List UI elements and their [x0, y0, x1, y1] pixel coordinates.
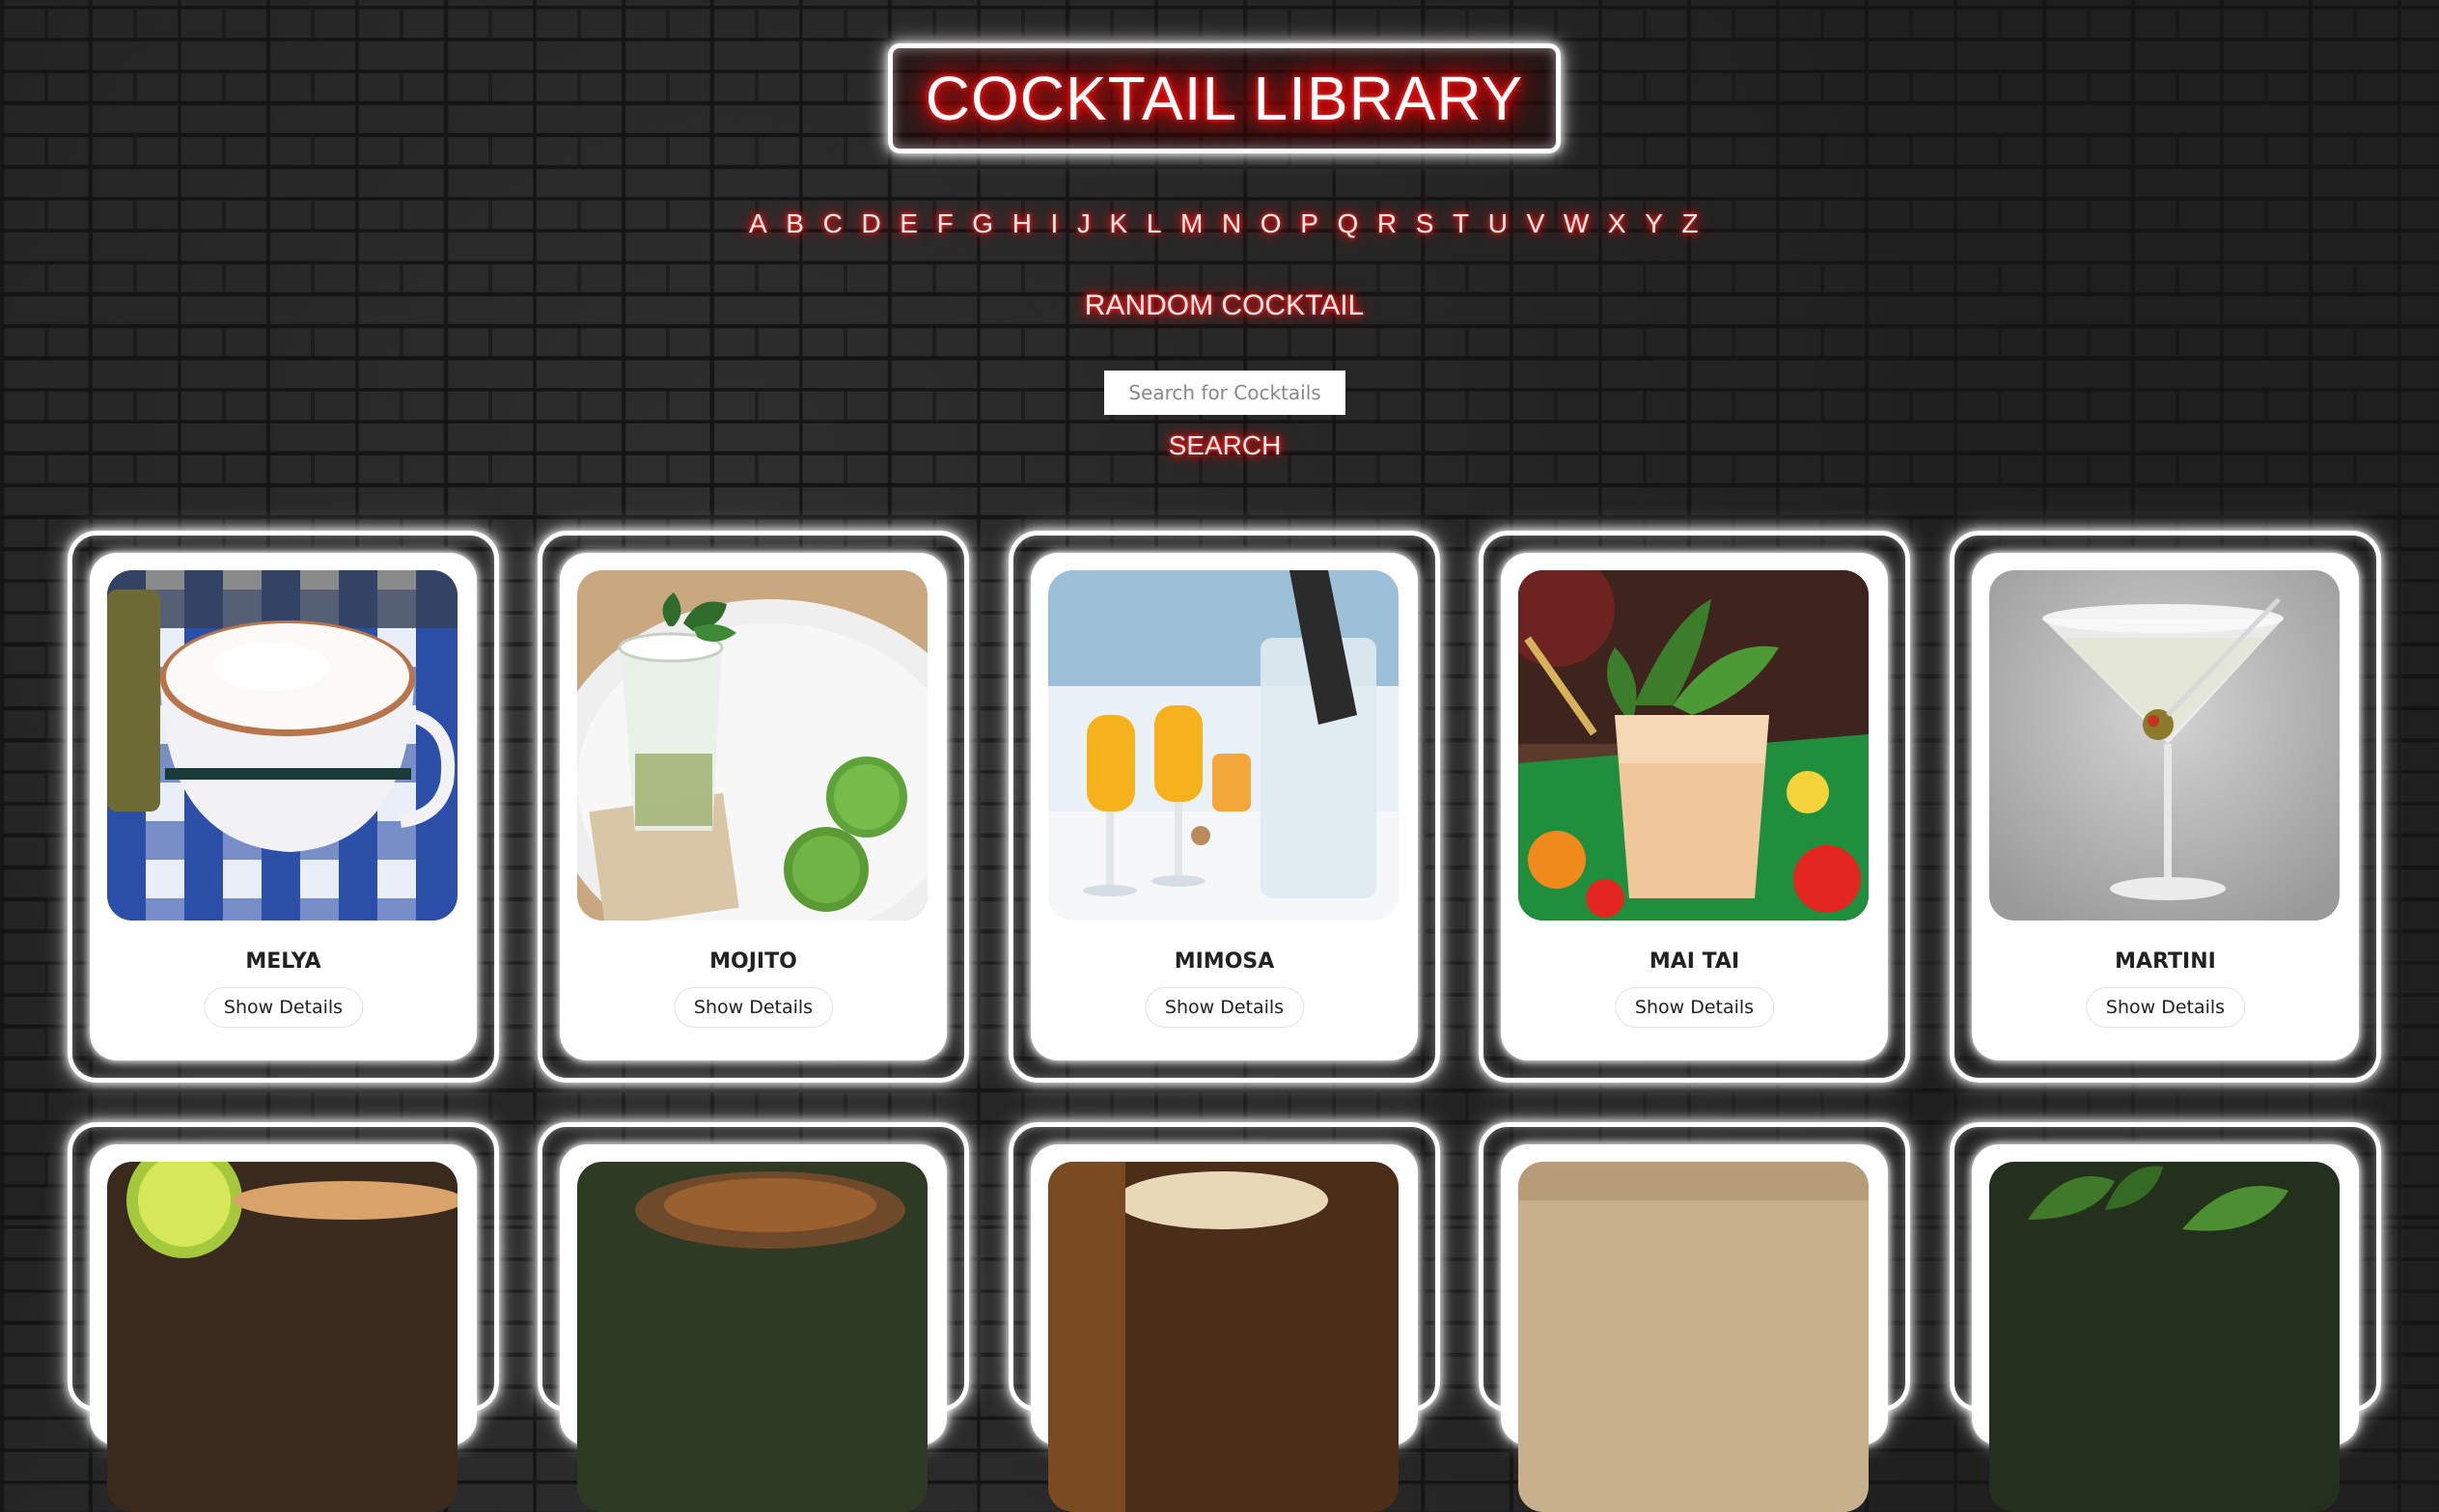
cocktail-card-mimosa: MIMOSA Show Details — [1009, 531, 1440, 1083]
search-input[interactable] — [1104, 371, 1345, 415]
letter-p-link[interactable]: P — [1300, 208, 1318, 239]
random-cocktail-button[interactable]: RANDOM COCKTAIL — [965, 289, 1483, 322]
cocktail-card-row2-2 — [538, 1122, 969, 1512]
letter-c-link[interactable]: C — [823, 208, 843, 239]
cocktail-image — [577, 1162, 928, 1512]
search-button[interactable]: SEARCH — [1120, 430, 1330, 461]
letter-d-link[interactable]: D — [861, 208, 880, 239]
cocktail-card-mojito: MOJITO Show Details — [538, 531, 969, 1083]
cocktail-name: MIMOSA — [1174, 949, 1275, 974]
card-body: MELYA Show Details — [90, 553, 477, 1060]
letter-o-link[interactable]: O — [1261, 208, 1282, 239]
show-details-button[interactable]: Show Details — [203, 987, 364, 1028]
page-title: COCKTAIL LIBRARY — [925, 64, 1524, 133]
letter-l-link[interactable]: L — [1147, 208, 1162, 239]
cocktail-card-mai-tai: MAI TAI Show Details — [1479, 531, 1910, 1083]
letter-q-link[interactable]: Q — [1337, 208, 1358, 239]
cocktail-name: MAI TAI — [1649, 949, 1740, 974]
letter-r-link[interactable]: R — [1377, 208, 1397, 239]
cocktail-image — [1989, 570, 2340, 921]
cocktail-image — [1048, 570, 1399, 921]
cocktail-card-row2-5 — [1950, 1122, 2381, 1512]
letter-s-link[interactable]: S — [1416, 208, 1434, 239]
letter-w-link[interactable]: W — [1564, 208, 1589, 239]
letter-i-link[interactable]: I — [1051, 208, 1059, 239]
letter-g-link[interactable]: G — [972, 208, 993, 239]
cocktail-image — [577, 570, 928, 921]
letter-f-link[interactable]: F — [937, 208, 954, 239]
alphabet-nav: A B C D E F G H I J K L M N O P Q R S T … — [749, 203, 1699, 245]
cocktail-image — [1518, 570, 1869, 921]
letter-m-link[interactable]: M — [1180, 208, 1203, 239]
cocktail-card-row2-1 — [68, 1122, 499, 1512]
cocktail-card-row2-3 — [1009, 1122, 1440, 1512]
letter-y-link[interactable]: Y — [1645, 208, 1663, 239]
cocktail-name: MELYA — [245, 949, 321, 974]
show-details-button[interactable]: Show Details — [1614, 987, 1775, 1028]
cocktail-name: MOJITO — [709, 949, 797, 974]
letter-e-link[interactable]: E — [900, 208, 918, 239]
cocktail-image — [1989, 1162, 2340, 1512]
cocktail-card-martini: MARTINI Show Details — [1950, 531, 2381, 1083]
cocktail-image — [107, 570, 457, 921]
cocktail-image — [1518, 1162, 1869, 1512]
cocktail-image — [1048, 1162, 1399, 1512]
letter-h-link[interactable]: H — [1012, 208, 1032, 239]
card-body: MARTINI Show Details — [1972, 553, 2359, 1060]
card-body: MAI TAI Show Details — [1501, 553, 1888, 1060]
letter-v-link[interactable]: V — [1527, 208, 1545, 239]
letter-u-link[interactable]: U — [1488, 208, 1508, 239]
letter-z-link[interactable]: Z — [1682, 208, 1699, 239]
letter-x-link[interactable]: X — [1608, 208, 1626, 239]
letter-k-link[interactable]: K — [1110, 208, 1128, 239]
show-details-button[interactable]: Show Details — [2085, 987, 2246, 1028]
card-body: MOJITO Show Details — [560, 553, 947, 1060]
card-body — [1501, 1144, 1888, 1512]
title-sign: COCKTAIL LIBRARY — [888, 43, 1561, 153]
letter-t-link[interactable]: T — [1453, 208, 1469, 239]
card-body — [1031, 1144, 1418, 1512]
cocktail-card-melya: MELYA Show Details — [68, 531, 499, 1083]
letter-a-link[interactable]: A — [749, 208, 767, 239]
letter-b-link[interactable]: B — [786, 208, 804, 239]
letter-n-link[interactable]: N — [1222, 208, 1241, 239]
card-body: MIMOSA Show Details — [1031, 553, 1418, 1060]
letter-j-link[interactable]: J — [1077, 208, 1091, 239]
card-body — [1972, 1144, 2359, 1512]
cocktail-name: MARTINI — [2115, 949, 2216, 974]
cocktail-card-row2-4 — [1479, 1122, 1910, 1512]
show-details-button[interactable]: Show Details — [1144, 987, 1305, 1028]
card-body — [560, 1144, 947, 1512]
cocktail-image — [107, 1162, 457, 1512]
card-body — [90, 1144, 477, 1512]
show-details-button[interactable]: Show Details — [673, 987, 834, 1028]
